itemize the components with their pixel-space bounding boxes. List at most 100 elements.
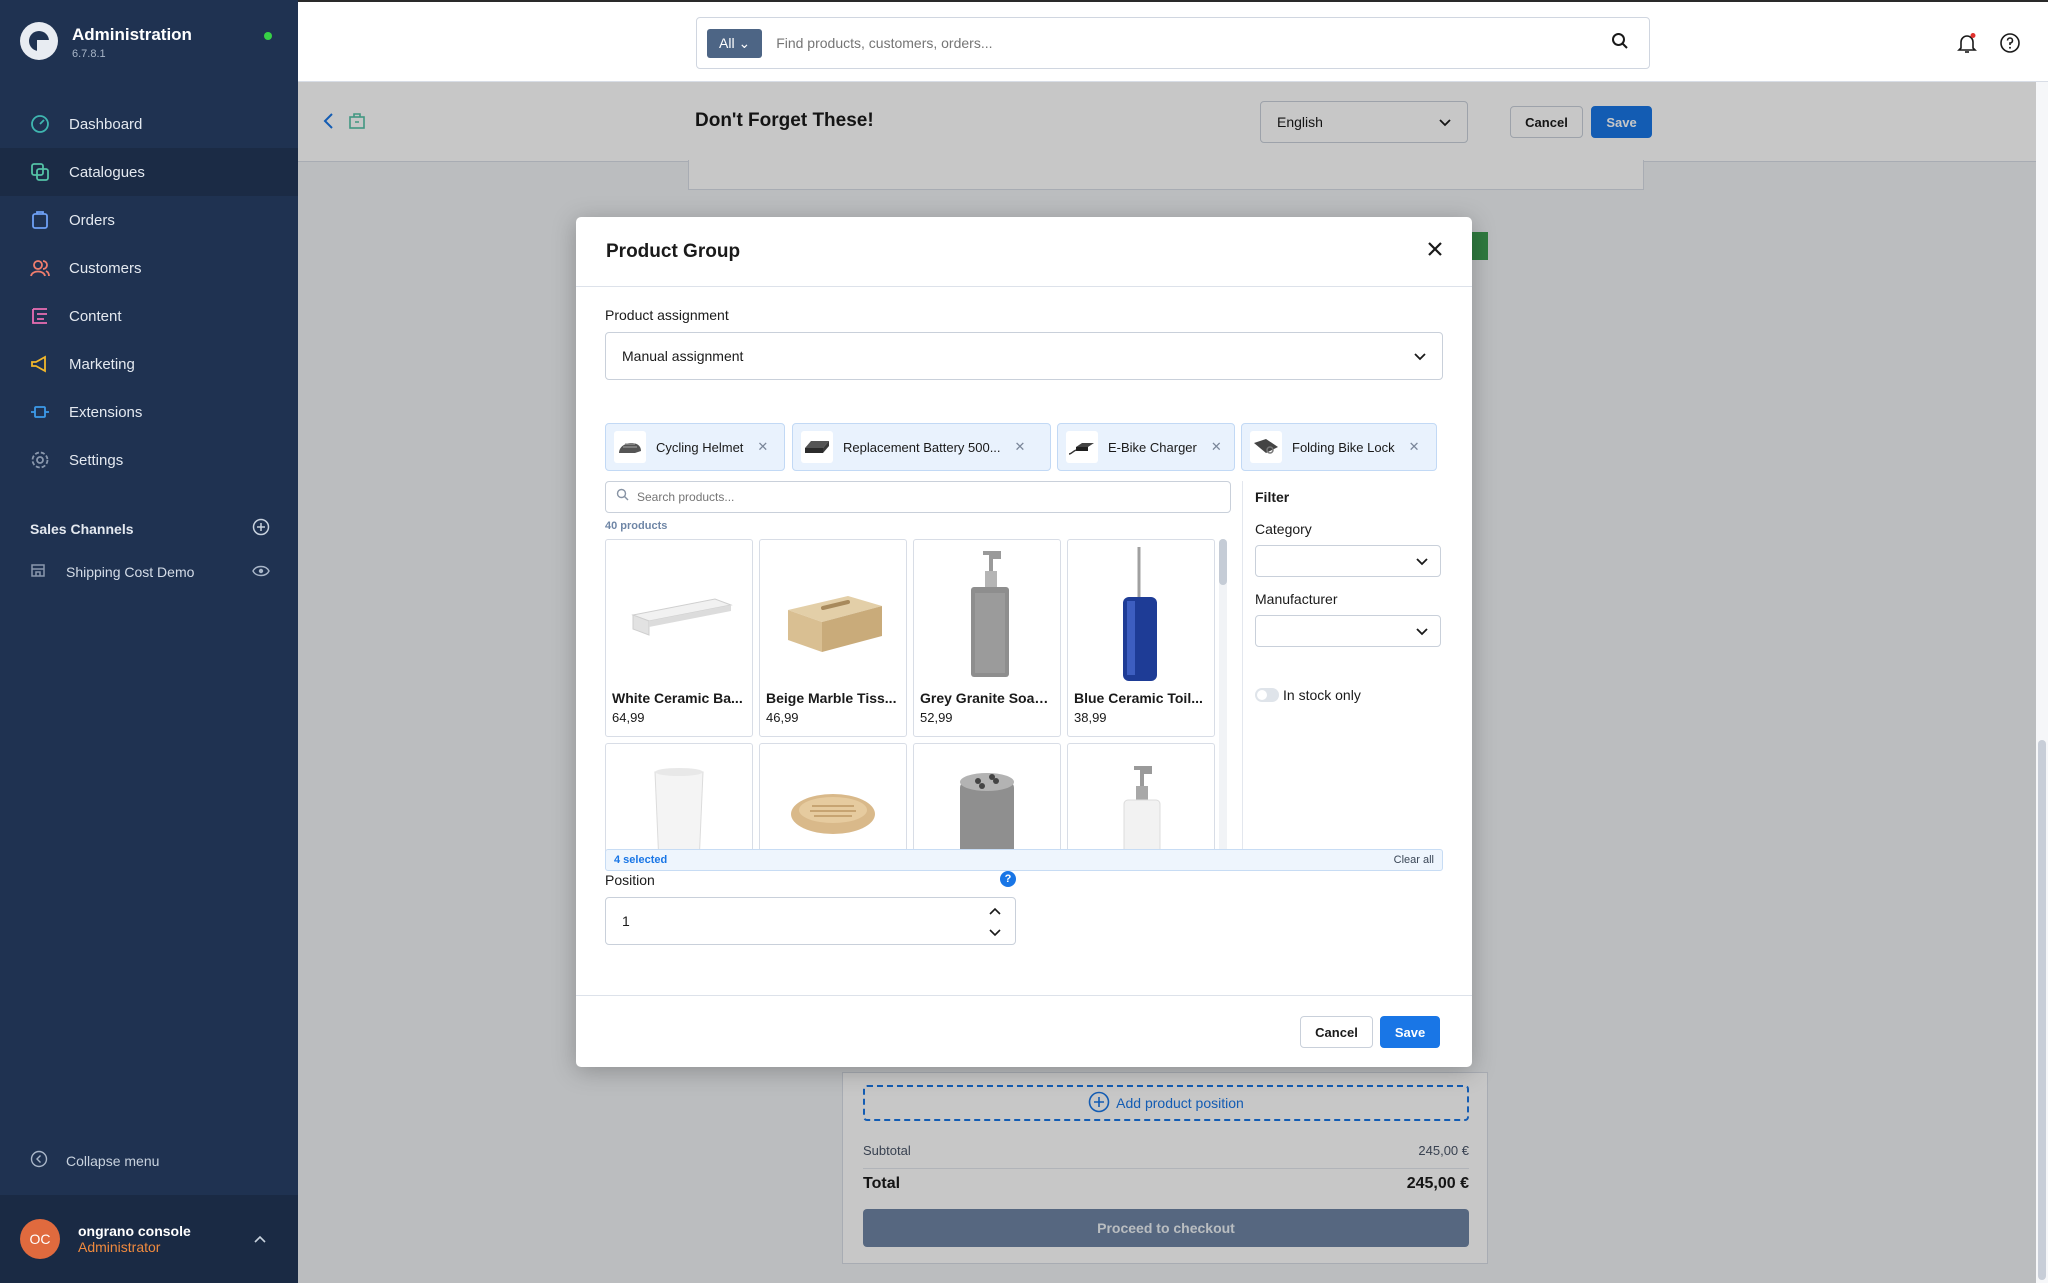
nav-label: Dashboard [69, 115, 143, 133]
product-search-input[interactable] [637, 490, 1230, 504]
chip-label: Cycling Helmet [656, 439, 744, 455]
product-group-modal: Product Group Product assignment Manual … [576, 217, 1472, 1067]
position-stepper[interactable]: 1 [605, 897, 1016, 945]
help-icon[interactable]: ? [1000, 871, 1016, 887]
toggle-knob [1257, 690, 1267, 700]
charger-thumbnail-icon [1066, 431, 1098, 463]
selection-bar: 4 selected Clear all [605, 849, 1443, 871]
grid-scrollbar[interactable] [1219, 539, 1227, 862]
manufacturer-select[interactable] [1255, 615, 1441, 647]
remove-chip-icon[interactable]: ✕ [757, 439, 768, 455]
help-icon[interactable] [1999, 32, 2021, 59]
nav-item-settings[interactable]: Settings [0, 436, 298, 484]
search-icon[interactable] [1611, 32, 1629, 55]
product-image [914, 744, 1060, 862]
clear-all-button[interactable]: Clear all [1394, 854, 1434, 866]
product-price: 52,99 [920, 710, 953, 725]
category-select[interactable] [1255, 545, 1441, 577]
position-value: 1 [622, 913, 630, 929]
product-card[interactable]: White Ceramic Ba... 64,99 [605, 539, 753, 737]
product-assignment-select[interactable]: Manual assignment [605, 332, 1443, 380]
product-card[interactable] [759, 743, 907, 862]
chevron-down-icon: ⌄ [738, 34, 751, 51]
chevron-up-icon[interactable] [989, 902, 1001, 918]
dashboard-icon [30, 114, 50, 134]
chevron-up-icon[interactable] [254, 1230, 266, 1248]
product-card[interactable]: Beige Marble Tiss... 46,99 [759, 539, 907, 737]
page-scrollbar[interactable] [2036, 82, 2048, 1283]
chip-label: Folding Bike Lock [1292, 439, 1395, 455]
product-card[interactable] [913, 743, 1061, 862]
product-image [760, 540, 906, 690]
nav-item-catalogues[interactable]: Catalogues [0, 148, 298, 196]
nav-item-content[interactable]: Content [0, 292, 298, 340]
battery-thumbnail-icon [801, 431, 833, 463]
nav-item-orders[interactable]: Orders [0, 196, 298, 244]
shopware-logo-icon [20, 22, 58, 60]
nav-item-dashboard[interactable]: Dashboard [0, 100, 298, 148]
user-name: ongrano console [78, 1223, 191, 1239]
product-image [1068, 744, 1214, 862]
modal-save-button[interactable]: Save [1380, 1016, 1440, 1048]
category-label: Category [1255, 521, 1312, 537]
eye-icon[interactable] [252, 564, 270, 580]
user-role: Administrator [78, 1239, 161, 1255]
selected-count: 4 selected [614, 854, 668, 866]
status-dot-icon [264, 32, 272, 40]
modal-footer: Cancel Save [576, 995, 1472, 1067]
stepper-arrows [989, 902, 1001, 940]
page-scrollbar-thumb[interactable] [2038, 740, 2046, 1280]
search-input[interactable] [776, 35, 1611, 51]
customers-icon [30, 258, 50, 278]
selected-product-chip[interactable]: Cycling Helmet ✕ [605, 423, 785, 471]
product-name: Beige Marble Tiss... [766, 690, 897, 706]
grid-scrollbar-thumb[interactable] [1219, 539, 1227, 585]
in-stock-toggle-row: In stock only [1255, 687, 1444, 703]
product-name: Grey Granite Soap... [920, 690, 1055, 706]
nav-label: Settings [69, 451, 124, 469]
selected-product-chip[interactable]: Folding Bike Lock ✕ [1241, 423, 1437, 471]
product-card[interactable]: Blue Ceramic Toil... 38,99 [1067, 539, 1215, 737]
add-sales-channel-icon[interactable] [252, 518, 270, 539]
sidebar: Administration 6.7.8.1 Dashboard Catalog… [0, 0, 298, 1283]
avatar: OC [20, 1219, 60, 1259]
bike-lock-thumbnail-icon [1250, 431, 1282, 463]
position-label: Position [605, 872, 655, 888]
chevron-down-icon[interactable] [989, 924, 1001, 940]
product-name: White Ceramic Ba... [612, 690, 743, 706]
nav-item-customers[interactable]: Customers [0, 244, 298, 292]
product-card[interactable]: Grey Granite Soap... 52,99 [913, 539, 1061, 737]
chevron-down-icon [1414, 348, 1426, 364]
remove-chip-icon[interactable]: ✕ [1015, 439, 1026, 455]
chip-label: E-Bike Charger [1108, 439, 1197, 455]
selected-product-chip[interactable]: Replacement Battery 500... ✕ [792, 423, 1051, 471]
product-card[interactable] [1067, 743, 1215, 862]
close-icon[interactable] [1428, 242, 1442, 261]
orders-icon [30, 210, 50, 230]
product-image [760, 744, 906, 862]
product-card[interactable] [605, 743, 753, 862]
modal-header: Product Group [576, 217, 1472, 287]
product-count: 40 products [605, 520, 668, 532]
content-icon [30, 306, 50, 326]
nav-item-marketing[interactable]: Marketing [0, 340, 298, 388]
chip-label: Replacement Battery 500... [843, 439, 1001, 455]
notification-bell-icon[interactable] [1956, 32, 1978, 59]
modal-cancel-button[interactable]: Cancel [1300, 1016, 1373, 1048]
in-stock-toggle[interactable] [1255, 688, 1279, 702]
nav-label: Marketing [69, 355, 135, 373]
collapse-menu-button[interactable]: Collapse menu [30, 1150, 159, 1171]
storefront-icon [30, 562, 46, 581]
user-profile[interactable]: OC ongrano console Administrator [0, 1195, 298, 1283]
selected-product-chip[interactable]: E-Bike Charger ✕ [1057, 423, 1235, 471]
top-bar: All ⌄ [298, 0, 2048, 82]
sales-channel-item[interactable]: Shipping Cost Demo [30, 562, 270, 581]
remove-chip-icon[interactable]: ✕ [1211, 439, 1222, 455]
remove-chip-icon[interactable]: ✕ [1409, 439, 1420, 455]
helmet-thumbnail-icon [614, 431, 646, 463]
main-nav: Dashboard Catalogues Orders Customers Co… [0, 100, 298, 484]
search-scope-select[interactable]: All ⌄ [707, 28, 763, 58]
nav-item-extensions[interactable]: Extensions [0, 388, 298, 436]
nav-label: Customers [69, 259, 142, 277]
global-search: All ⌄ [696, 17, 1650, 69]
